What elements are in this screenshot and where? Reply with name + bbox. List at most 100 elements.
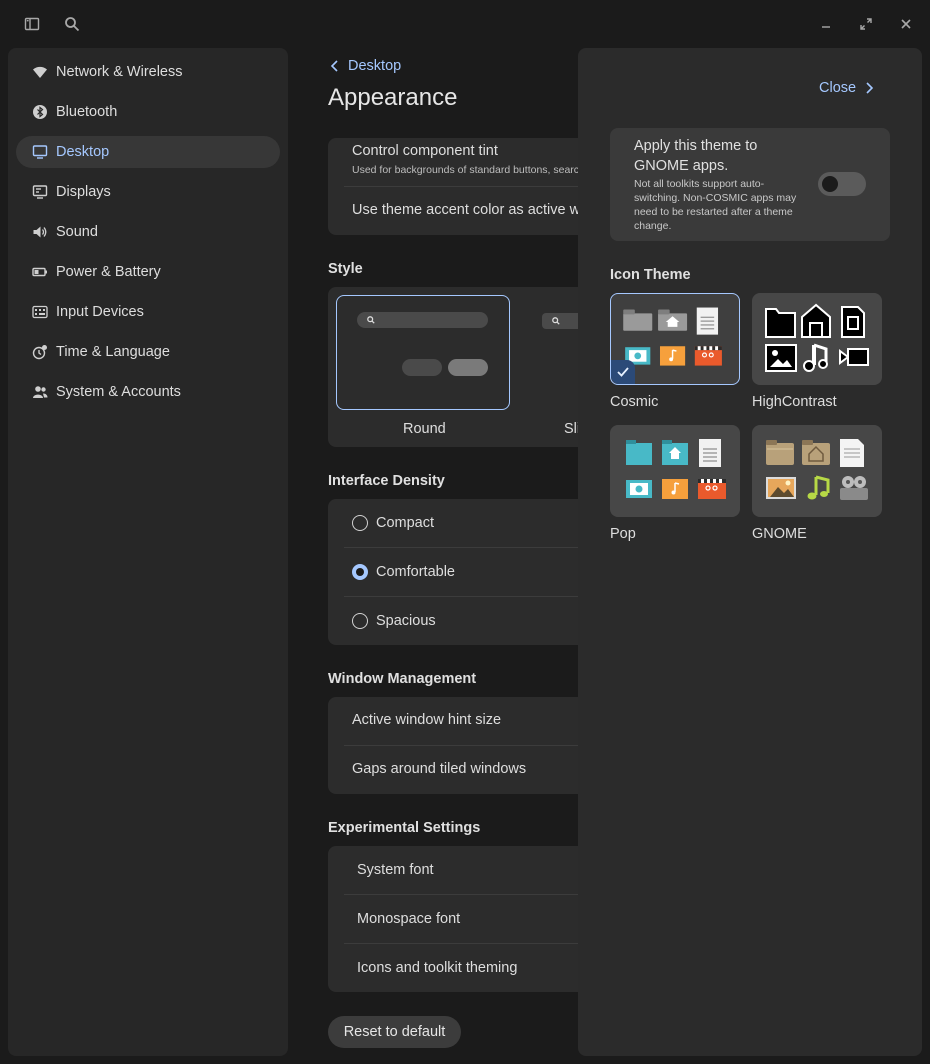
- sidebar-item-desktop[interactable]: Desktop: [16, 136, 280, 168]
- selected-check: [611, 360, 635, 384]
- gnome-theme-title: Apply this theme to GNOME apps.: [634, 138, 758, 174]
- sidebar-item-label: Displays: [56, 184, 111, 200]
- users-icon: [32, 384, 48, 400]
- toggle-knob: [822, 176, 838, 192]
- chevron-left-icon: [330, 60, 338, 72]
- icon-theme-panel: Close Apply this theme to GNOME apps. No…: [578, 48, 922, 1056]
- page-title: Appearance: [328, 84, 458, 111]
- close-panel-button[interactable]: Close: [819, 78, 876, 98]
- window-management-card: Active window hint size Gaps around tile…: [328, 697, 618, 794]
- sidebar-item-network[interactable]: Network & Wireless: [16, 56, 280, 88]
- hint-size-row[interactable]: Active window hint size: [352, 712, 501, 728]
- chevron-right-icon: [866, 82, 874, 94]
- display-icon: [32, 184, 48, 200]
- icon-theme-highcontrast[interactable]: [752, 293, 882, 385]
- icon-theme-pop[interactable]: [610, 425, 740, 517]
- icon-theme-gnome[interactable]: [752, 425, 882, 517]
- style-heading: Style: [328, 261, 363, 277]
- sidebar-item-bluetooth[interactable]: Bluetooth: [16, 96, 280, 128]
- sidebar-item-input[interactable]: Input Devices: [16, 296, 280, 328]
- search-icon: [552, 317, 560, 325]
- sidebar-item-label: Bluetooth: [56, 104, 118, 120]
- comfortable-radio[interactable]: [352, 564, 368, 580]
- close-window-button[interactable]: [894, 12, 918, 36]
- sidebar-item-time[interactable]: Time & Language: [16, 336, 280, 368]
- tiled-gaps-row[interactable]: Gaps around tiled windows: [352, 761, 526, 777]
- divider: [344, 547, 618, 548]
- sidebar-toggle-button[interactable]: [20, 12, 44, 36]
- sidebar: Network & Wireless Bluetooth Desktop Dis…: [8, 48, 288, 1056]
- reset-button[interactable]: Reset to default: [328, 1016, 461, 1048]
- search-icon: [367, 316, 375, 324]
- compact-radio[interactable]: [352, 515, 368, 531]
- window-management-heading: Window Management: [328, 671, 477, 687]
- back-button[interactable]: Desktop: [328, 57, 401, 75]
- tint-card: Control component tint Used for backgrou…: [328, 138, 618, 235]
- style-round-option[interactable]: [336, 295, 510, 410]
- spacious-radio[interactable]: [352, 613, 368, 629]
- sidebar-item-accounts[interactable]: System & Accounts: [16, 376, 280, 408]
- gnome-icon-preview: [766, 439, 868, 500]
- theme-label-gnome: GNOME: [752, 526, 807, 542]
- style-round-label: Round: [403, 421, 446, 437]
- sidebar-item-label: Desktop: [56, 144, 110, 160]
- gnome-theme-toggle[interactable]: [818, 172, 866, 196]
- control-tint-subtitle: Used for backgrounds of standard buttons…: [352, 164, 585, 176]
- minimize-icon: [822, 26, 830, 28]
- icons-theming-row[interactable]: Icons and toolkit theming: [357, 960, 517, 976]
- gnome-theme-description: Not all toolkits support auto-switching.…: [634, 178, 797, 232]
- maximize-button[interactable]: [854, 12, 878, 36]
- keyboard-icon: [32, 304, 48, 320]
- back-label: Desktop: [348, 58, 402, 74]
- highcontrast-icon-preview: [765, 303, 869, 372]
- icon-theme-heading: Icon Theme: [610, 267, 691, 283]
- experimental-heading: Experimental Settings: [328, 820, 481, 836]
- control-tint-row[interactable]: Control component tint: [352, 143, 498, 159]
- reset-label: Reset to default: [343, 1024, 446, 1040]
- icon-theme-cosmic[interactable]: [610, 293, 740, 385]
- preview-button: [402, 359, 442, 376]
- theme-label-highcontrast: HighContrast: [752, 394, 837, 410]
- preview-button: [448, 359, 488, 376]
- sidebar-item-label: Network & Wireless: [56, 64, 183, 80]
- preview-search-bar: [357, 312, 488, 328]
- sidebar-icon: [24, 17, 40, 31]
- theme-label-cosmic: Cosmic: [610, 394, 659, 410]
- density-card: Compact Comfortable Spacious: [328, 499, 618, 645]
- sidebar-item-label: Sound: [56, 224, 98, 240]
- gnome-theme-card: Apply this theme to GNOME apps. Not all …: [610, 128, 890, 241]
- desktop-icon: [32, 144, 48, 160]
- divider: [344, 745, 618, 746]
- minimize-button[interactable]: [814, 12, 838, 36]
- compact-label[interactable]: Compact: [376, 515, 434, 531]
- divider: [344, 894, 618, 895]
- divider: [344, 596, 618, 597]
- search-icon: [65, 17, 80, 32]
- system-font-row[interactable]: System font: [357, 862, 434, 878]
- divider: [344, 943, 618, 944]
- experimental-card: System font Monospace font Icons and too…: [328, 846, 618, 992]
- accent-color-row[interactable]: Use theme accent color as active wi: [352, 202, 583, 218]
- sidebar-item-label: Input Devices: [56, 304, 144, 320]
- density-heading: Interface Density: [328, 473, 445, 489]
- battery-icon: [32, 264, 48, 280]
- sidebar-item-label: System & Accounts: [56, 384, 181, 400]
- sidebar-item-power[interactable]: Power & Battery: [16, 256, 280, 288]
- style-card: Round Sli: [328, 287, 618, 447]
- comfortable-label[interactable]: Comfortable: [376, 564, 455, 580]
- sidebar-item-displays[interactable]: Displays: [16, 176, 280, 208]
- divider: [344, 186, 618, 187]
- close-icon: [901, 19, 911, 29]
- check-icon: [617, 367, 629, 377]
- sidebar-item-label: Time & Language: [56, 344, 170, 360]
- search-button[interactable]: [60, 12, 84, 36]
- sidebar-item-sound[interactable]: Sound: [16, 216, 280, 248]
- clock-icon: [32, 344, 48, 360]
- pop-icon-preview: [626, 439, 726, 499]
- close-label: Close: [819, 80, 857, 96]
- spacious-label[interactable]: Spacious: [376, 613, 436, 629]
- wifi-icon: [32, 64, 48, 80]
- speaker-icon: [32, 224, 48, 240]
- maximize-icon: [860, 18, 872, 30]
- monospace-font-row[interactable]: Monospace font: [357, 911, 460, 927]
